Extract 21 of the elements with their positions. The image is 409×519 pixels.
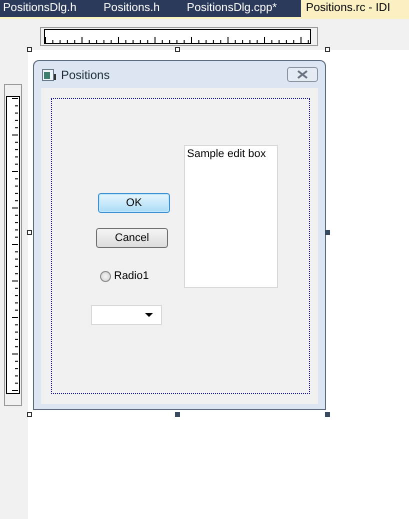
resize-handle[interactable] — [27, 412, 32, 417]
resize-handle[interactable] — [175, 47, 180, 52]
app-icon — [42, 68, 56, 80]
resize-handle[interactable] — [27, 47, 32, 52]
edit-box[interactable]: Sample edit box — [184, 145, 278, 288]
file-tab[interactable]: Positions.rc - IDI — [300, 0, 409, 17]
resize-handle[interactable] — [325, 412, 330, 417]
file-tab[interactable]: PositionsDlg.h — [0, 0, 81, 17]
radio-label: Radio1 — [114, 270, 149, 282]
dialog-button[interactable]: Cancel — [96, 228, 168, 248]
file-tab[interactable]: Positions.h — [100, 0, 164, 17]
resize-handle[interactable] — [325, 47, 330, 52]
resize-handle[interactable] — [325, 230, 330, 235]
radio-button[interactable] — [100, 270, 111, 282]
dialog-button[interactable]: OK — [98, 193, 170, 213]
close-icon — [297, 70, 308, 79]
file-tab[interactable]: PositionsDlg.cpp* — [184, 0, 281, 17]
resize-handle[interactable] — [27, 230, 32, 235]
window-title: Positions — [61, 68, 111, 82]
close-button[interactable] — [287, 67, 318, 82]
resize-handle[interactable] — [175, 412, 180, 417]
